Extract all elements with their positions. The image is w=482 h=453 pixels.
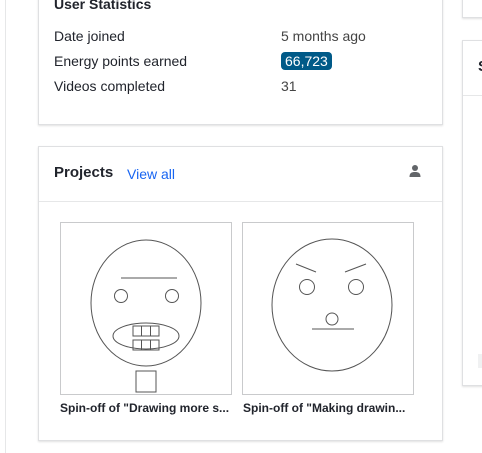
project-thumbnail[interactable] <box>242 222 414 395</box>
view-all-link[interactable]: View all <box>127 166 175 182</box>
stat-label: Videos completed <box>54 78 166 94</box>
stat-value: 5 months ago <box>281 28 366 44</box>
stat-row-date-joined: Date joined 5 months ago <box>54 26 434 46</box>
projects-card: Projects View all Spin-off of "Drawing m… <box>38 146 443 441</box>
stat-row-energy-points: Energy points earned 66,723 <box>54 51 434 71</box>
left-divider <box>5 0 6 453</box>
projects-header: Projects View all <box>39 147 442 202</box>
divider <box>463 95 482 96</box>
user-statistics-title: User Statistics <box>54 0 152 12</box>
stat-row-videos-completed: Videos completed 31 <box>54 76 434 96</box>
face-drawing-2 <box>271 238 393 372</box>
face-drawing-1 <box>90 239 202 393</box>
project-caption[interactable]: Spin-off of "Making drawin... <box>243 401 421 415</box>
scroll-indicator <box>478 354 482 368</box>
project-thumbnail[interactable] <box>60 222 232 395</box>
right-card-title: S <box>478 58 482 75</box>
project-caption[interactable]: Spin-off of "Drawing more s... <box>60 401 238 415</box>
stat-value-wrapper: 66,723 <box>281 51 332 71</box>
right-card-partial-top <box>462 0 482 18</box>
stat-value: 31 <box>281 78 297 94</box>
right-card-partial: S <box>462 40 482 386</box>
profile-page: User Statistics Date joined 5 months ago… <box>0 0 482 453</box>
energy-points-badge: 66,723 <box>281 52 332 70</box>
user-statistics-card: User Statistics Date joined 5 months ago… <box>38 0 443 125</box>
person-icon <box>408 164 422 178</box>
stat-label: Date joined <box>54 28 125 44</box>
stat-label: Energy points earned <box>54 53 188 69</box>
projects-title: Projects <box>54 164 114 181</box>
